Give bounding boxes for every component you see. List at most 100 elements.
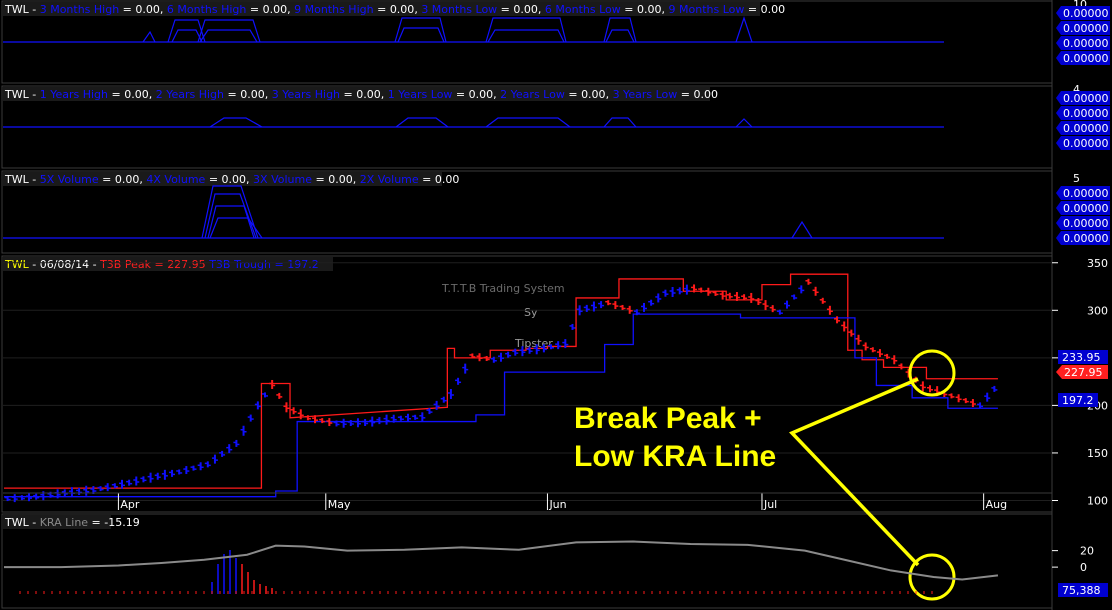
p3-header-ticker: TWL	[4, 173, 30, 186]
main-header-peak-value: 227.95	[167, 258, 206, 271]
p1-header-item-value: 0.00	[513, 3, 538, 16]
p1-header-item-sep: ,	[287, 3, 294, 16]
p2-value-box: 0.00000	[1063, 137, 1109, 150]
p1-header-eq: =	[374, 3, 390, 16]
p2-header-item-name: 2 Years High	[156, 88, 224, 101]
chart-canvas: TWL - 3 Months High = 0.00, 6 Months Hig…	[1, 0, 1110, 610]
p2-header-eq: =	[452, 88, 468, 101]
mini-label-sy: Sy	[524, 306, 538, 319]
kra-header-name: KRA Line	[40, 516, 89, 529]
main-header-trough-label: T3B Trough	[208, 258, 271, 271]
panel-1-header: TWL - 3 Months High = 0.00, 6 Months Hig…	[4, 3, 785, 16]
p1-header-item-sep: ,	[662, 3, 669, 16]
kra-y-tick-label: 20	[1080, 545, 1094, 558]
p2-header-ticker: TWL	[4, 88, 30, 101]
p1-header-item-sep: ,	[414, 3, 421, 16]
p3-header-eq: =	[99, 173, 115, 186]
p1-header-item-value: 0.00	[390, 3, 415, 16]
chart-screen: TWL - 3 Months High = 0.00, 6 Months Hig…	[0, 0, 1112, 610]
p2-header-item-name: 1 Years Low	[388, 88, 453, 101]
p3-header-item-value: 0.00	[435, 173, 460, 186]
p2-header-item-name: 1 Years High	[40, 88, 108, 101]
p3-header-item-name: 4X Volume	[146, 173, 205, 186]
p1-header-eq: =	[744, 3, 760, 16]
watermark: T.T.T.B Trading System	[441, 282, 565, 295]
p1-value-box: 0.00000	[1063, 22, 1109, 35]
p3-value-box: 0.00000	[1063, 232, 1109, 245]
p2-header-sep: -	[29, 88, 40, 101]
p1-header-item-value: 0.00	[637, 3, 662, 16]
p2-value-box: 0.00000	[1063, 107, 1109, 120]
kra-y-ticks: 200	[1052, 545, 1094, 574]
p2-header-item-value: 0.00	[469, 88, 494, 101]
p3-value-box: 0.00000	[1063, 202, 1109, 215]
p1-header-eq: =	[246, 3, 262, 16]
main-x-tick-label: Apr	[120, 498, 140, 511]
p1-value-box: 0.00000	[1063, 52, 1109, 65]
p1-header-item-name: 9 Months High	[294, 3, 374, 16]
main-header: TWL - 06/08/14 - T3B Peak = 227.95 T3B T…	[4, 258, 319, 271]
main-x-tick-label: May	[328, 498, 351, 511]
p3-header-eq: =	[205, 173, 221, 186]
price-box-top: 233.95	[1062, 351, 1101, 364]
p1-header-eq: =	[119, 3, 135, 16]
p1-header-sep: -	[29, 3, 40, 16]
p2-header-item-name: 3 Years Low	[613, 88, 678, 101]
p2-header-item-value: 0.00	[240, 88, 265, 101]
main-header-trough-value: 197.2	[287, 258, 319, 271]
p1-header-item-value: 0.00	[761, 3, 786, 16]
p3-header-item-sep: ,	[246, 173, 253, 186]
main-y-tick-label: 350	[1087, 257, 1108, 270]
kra-panel-frame	[1, 513, 1053, 609]
p2-header-eq: =	[224, 88, 240, 101]
p2-header-item-value: 0.00	[124, 88, 149, 101]
p2-header-eq: =	[340, 88, 356, 101]
main-header-ticker: TWL	[4, 258, 30, 271]
p2-value-box: 0.00000	[1063, 122, 1109, 135]
p3-header-item-value: 0.00	[222, 173, 247, 186]
main-header-sep: -	[29, 258, 40, 271]
main-x-tick-label: Jul	[763, 498, 777, 511]
main-header-eq: =	[151, 258, 167, 271]
p2-header-item-sep: ,	[381, 88, 388, 101]
main-x-tick-label: Aug	[986, 498, 1007, 511]
p3-value-box: 0.00000	[1063, 187, 1109, 200]
p1-header-item-sep: ,	[160, 3, 167, 16]
main-x-tick-label: Jun	[548, 498, 566, 511]
p3-header-item-name: 5X Volume	[40, 173, 99, 186]
p2-header-item-value: 0.00	[693, 88, 718, 101]
panel-2-header: TWL - 1 Years High = 0.00, 2 Years High …	[4, 88, 718, 101]
p2-header-item-sep: ,	[606, 88, 613, 101]
p3-header-item-sep: ,	[139, 173, 146, 186]
main-y-tick-label: 300	[1087, 304, 1108, 317]
p3-header-eq: =	[419, 173, 435, 186]
price-box-trough: 197.2	[1062, 394, 1094, 407]
p1-header-item-value: 0.00	[263, 3, 288, 16]
main-header-eq: =	[271, 258, 287, 271]
p3-header-item-name: 2X Volume	[360, 173, 419, 186]
p1-header-item-name: 6 Months Low	[545, 3, 621, 16]
p2-header-item-name: 2 Years Low	[500, 88, 565, 101]
p3-header-item-sep: ,	[353, 173, 360, 186]
p2-header-item-sep: ,	[265, 88, 272, 101]
p2-value-box: 0.00000	[1063, 92, 1109, 105]
p2-header-item-value: 0.00	[581, 88, 606, 101]
p1-header-item-name: 9 Months Low	[669, 3, 745, 16]
main-y-tick-label: 100	[1087, 494, 1108, 507]
p2-header-eq: =	[565, 88, 581, 101]
price-box-peak: 227.95	[1064, 366, 1103, 379]
p2-header-item-sep: ,	[149, 88, 156, 101]
p2-header-eq: =	[677, 88, 693, 101]
p3-header-sep: -	[29, 173, 40, 186]
annotation-line-2: Low KRA Line	[574, 440, 776, 473]
p1-header-item-name: 3 Months Low	[421, 3, 497, 16]
p1-header-ticker: TWL	[4, 3, 30, 16]
p3-header-item-name: 3X Volume	[253, 173, 312, 186]
kra-header-sep: -	[29, 516, 40, 529]
p3-value-box: 0.00000	[1063, 217, 1109, 230]
p1-value-box: 0.00000	[1063, 7, 1109, 20]
main-header-date: 06/08/14	[40, 258, 89, 271]
p1-header-item-value: 0.00	[135, 3, 160, 16]
panel-3-header: TWL - 5X Volume = 0.00, 4X Volume = 0.00…	[4, 173, 459, 186]
main-y-tick-label: 150	[1087, 447, 1108, 460]
